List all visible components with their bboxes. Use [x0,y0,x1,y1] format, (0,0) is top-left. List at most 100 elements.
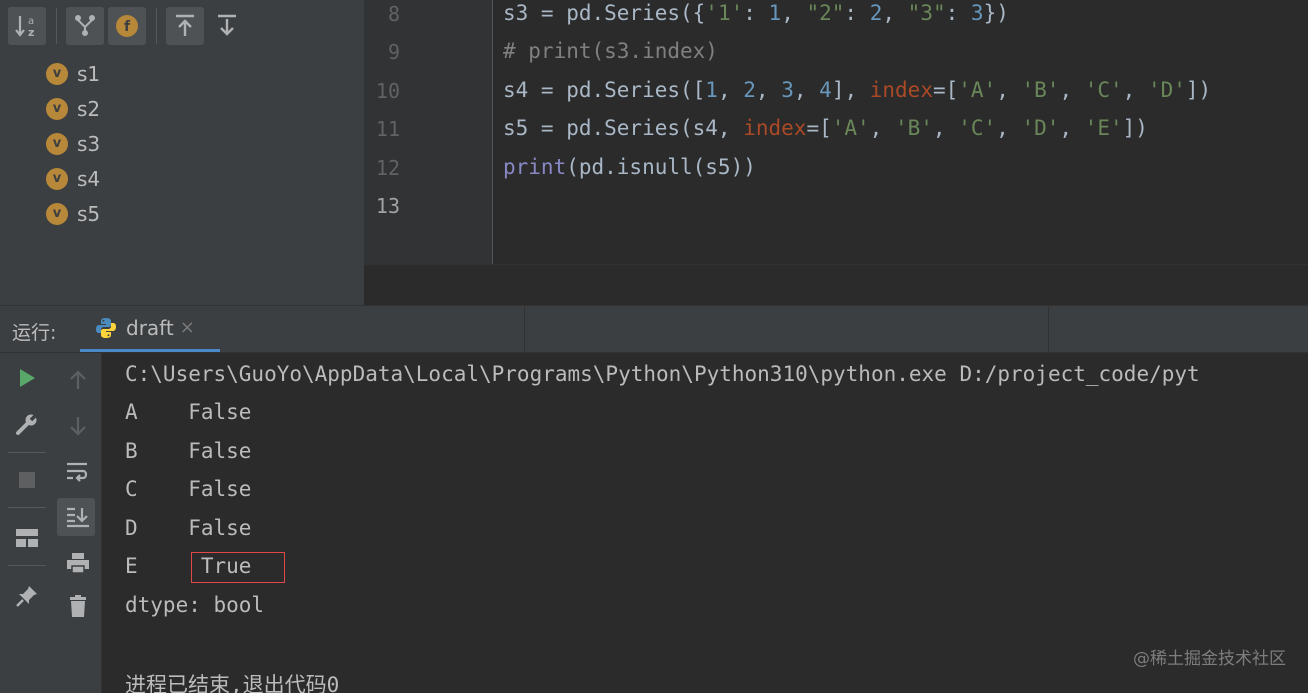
run-toolwindow-header: 运行: draft × [0,305,1308,353]
code-token: s5 = pd.Series(s4, [503,116,744,140]
clear-all-button[interactable] [54,589,102,623]
wrench-icon [16,412,39,435]
code-token: 'C' [1084,78,1123,102]
close-tab-icon[interactable]: × [180,317,195,338]
code-token: , [996,78,1022,102]
code-token: 4 [819,78,832,102]
field-icon: f [116,15,138,37]
code-token: , [781,1,807,25]
python-icon [96,317,116,338]
code-line-12: print(pd.isnull(s5)) [503,155,756,179]
tree-item-label: s1 [77,61,101,86]
header-divider [524,306,525,352]
code-token: 'B' [1021,78,1060,102]
tab-label: draft [126,315,174,340]
code-token: : [945,1,971,25]
arrow-down-icon [70,417,86,436]
editor-bottom-area [364,264,1308,305]
structure-toolbar: a z f [0,0,364,52]
previous-occurrence-button[interactable] [54,363,102,397]
code-line-10: s4 = pd.Series([1, 2, 3, 4], index=['A',… [503,78,1211,102]
code-token: "3" [907,1,946,25]
code-token: , [793,78,820,102]
tree-item-label: s5 [77,201,101,226]
code-token: 2 [869,1,883,25]
code-editor[interactable]: 8 9 10 11 12 13 s3 = pd.Series({'1': 1, … [364,0,1308,264]
code-token: 'A' [958,78,997,102]
tree-item-s4[interactable]: v s4 [46,161,100,196]
code-token: =[ [806,116,832,140]
code-token: 'C' [958,116,997,140]
soft-wrap-button[interactable] [54,455,102,489]
tree-item-label: s3 [77,131,101,156]
svg-text:f: f [124,19,131,35]
variable-icon: v [46,167,68,190]
arrow-up-icon [70,370,86,389]
code-line-9: # print(s3.index) [503,39,718,63]
code-token: 'A' [831,116,870,140]
trash-icon [70,595,86,617]
soft-wrap-icon [67,462,88,482]
code-token: ]) [1122,116,1148,140]
tree-item-label: s4 [77,166,101,191]
print-button[interactable] [54,546,102,580]
console-output[interactable]: C:\Users\GuoYo\AppData\Local\Programs\Py… [103,353,1308,693]
watermark: @稀土掘金技术社区 [1133,649,1286,669]
console-line-command: C:\Users\GuoYo\AppData\Local\Programs\Py… [125,362,1200,386]
console-line: C False [125,477,252,501]
play-icon [20,369,35,387]
scroll-from-source-button[interactable] [208,7,246,45]
pin-icon [16,586,37,607]
show-fields-button[interactable]: f [108,7,146,45]
line-number: 10 [375,79,400,103]
stop-button[interactable] [0,463,54,497]
tree-item-s2[interactable]: v s2 [46,91,100,126]
console-line: B False [125,439,252,463]
line-number: 9 [387,40,400,64]
code-token: 3 [970,1,984,25]
code-token: (pd.isnull(s5)) [566,155,756,179]
variable-icon: v [46,132,68,155]
tree-item-s3[interactable]: v s3 [46,126,100,161]
code-token: 1 [768,1,782,25]
variable-icon: v [46,97,68,120]
scroll-to-source-button[interactable] [166,7,204,45]
variable-icon: v [46,62,68,85]
code-token: 3 [781,78,794,102]
code-token: "2" [806,1,845,25]
arrow-up-bar-icon [176,14,194,36]
rerun-button[interactable] [0,361,54,395]
edit-configuration-button[interactable] [0,407,54,441]
arrow-down-bar-icon [218,14,236,36]
code-token: , [996,116,1022,140]
show-inherited-button[interactable] [66,7,104,45]
tree-item-s1[interactable]: v s1 [46,56,100,91]
line-number: 11 [375,117,400,141]
tab-draft[interactable]: draft × [80,306,220,352]
scroll-to-end-button[interactable] [54,500,102,534]
structure-tree: v s1 v s2 v s3 v s4 v s5 [46,56,100,231]
console-line: D False [125,516,252,540]
layout-icon [16,529,38,547]
next-occurrence-button[interactable] [54,409,102,443]
line-number: 8 [387,2,400,26]
run-toolbar [0,353,54,693]
code-token: print [503,155,567,179]
line-number-current: 13 [375,194,400,218]
sort-alphabetically-button[interactable]: a z [8,7,46,45]
hierarchy-icon [75,15,95,36]
code-token: 'D' [1021,116,1060,140]
tree-item-s5[interactable]: v s5 [46,196,100,231]
code-token: 2 [743,78,756,102]
line-number: 12 [375,156,400,180]
pin-tab-button[interactable] [0,579,54,613]
code-token: , [1122,78,1148,102]
code-token: s4 = pd.Series([ [503,78,706,102]
code-token: ]) [1185,78,1212,102]
restore-layout-button[interactable] [0,521,54,555]
toolbar-separator [56,8,57,44]
code-token: 'B' [894,116,933,140]
highlight-box [191,552,285,583]
code-token: 'D' [1147,78,1186,102]
code-token: '1' [705,1,744,25]
